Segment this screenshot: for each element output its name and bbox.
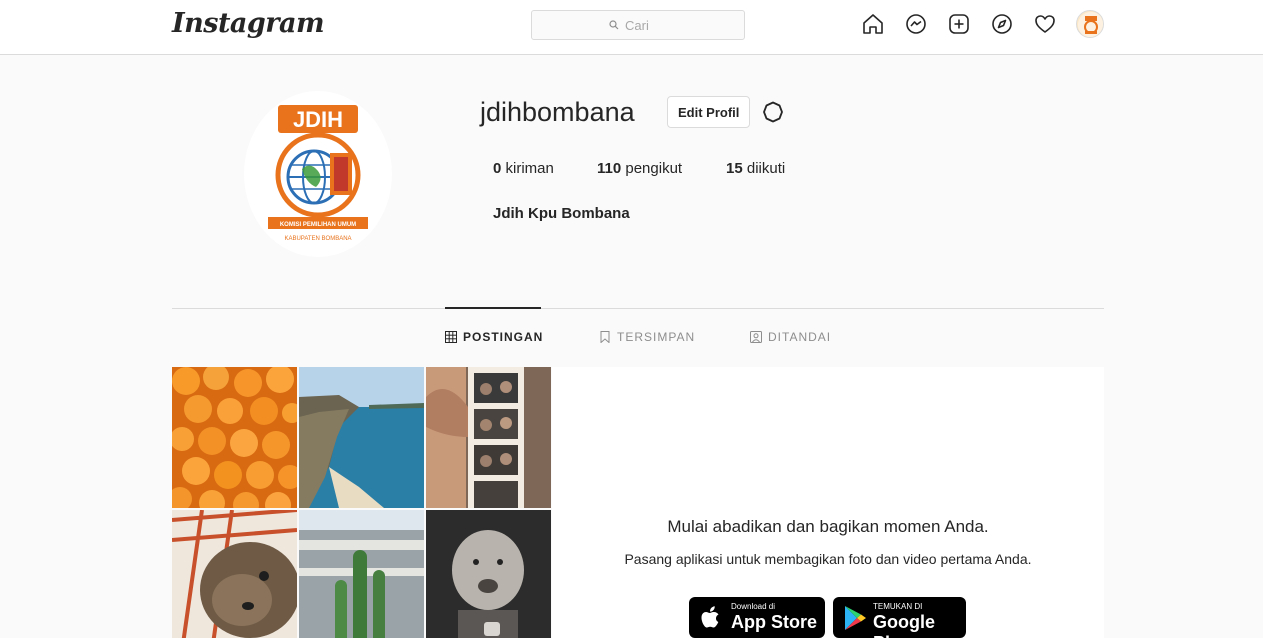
- google-play-small-text: TEMUKAN DI: [873, 602, 923, 611]
- tabs-divider: [172, 308, 1104, 309]
- search-box[interactable]: [531, 10, 745, 40]
- svg-text:KOMISI PEMILIHAN UMUM: KOMISI PEMILIHAN UMUM: [280, 222, 356, 228]
- profile-full-name: Jdih Kpu Bombana: [493, 205, 630, 222]
- sample-photo-coast: [299, 367, 424, 508]
- sample-photo-baby: [426, 510, 551, 638]
- google-play-button[interactable]: TEMUKAN DI Google Play: [833, 597, 966, 638]
- active-tab-indicator: [445, 307, 541, 309]
- search-input[interactable]: [623, 16, 667, 34]
- google-play-icon: [845, 606, 866, 630]
- promo-title: Mulai abadikan dan bagikan momen Anda.: [667, 517, 989, 536]
- stat-followers-label: pengikut: [625, 160, 683, 177]
- tab-posts-label: POSTINGAN: [463, 330, 544, 344]
- sample-photo-grid: [172, 367, 552, 638]
- grid-icon: [445, 331, 457, 343]
- stat-following[interactable]: 15 diikuti: [726, 160, 785, 177]
- search-icon: [609, 20, 619, 30]
- tab-saved[interactable]: TERSIMPAN: [599, 330, 695, 344]
- svg-text:KABUPATEN BOMBANA: KABUPATEN BOMBANA: [284, 236, 351, 242]
- stat-posts: 0 kiriman: [493, 160, 554, 177]
- sample-photo-strip: [426, 367, 551, 508]
- messenger-icon[interactable]: [904, 12, 928, 36]
- sample-photo-oranges: [172, 367, 297, 508]
- settings-gear-icon[interactable]: [761, 100, 785, 124]
- avatar-logo-icon: [1078, 12, 1103, 37]
- new-post-icon[interactable]: [947, 12, 971, 36]
- app-store-small-text: Download di: [731, 602, 776, 611]
- stat-followers-count: 110: [597, 160, 622, 177]
- home-icon[interactable]: [861, 12, 885, 36]
- svg-text:JDIH: JDIH: [293, 107, 343, 132]
- activity-heart-icon[interactable]: [1033, 12, 1057, 36]
- tab-tagged[interactable]: DITANDAI: [750, 330, 831, 344]
- app-store-button[interactable]: Download di App Store: [689, 597, 825, 638]
- stat-following-count: 15: [726, 160, 743, 177]
- app-store-big-text: App Store: [731, 612, 818, 632]
- promo-subtitle: Pasang aplikasi untuk membagikan foto da…: [624, 551, 1032, 567]
- profile-picture[interactable]: JDIH KOMISI PEMILIHAN UMUM KABUPATEN BOM…: [244, 91, 392, 257]
- edit-profile-button[interactable]: Edit Profil: [667, 96, 751, 128]
- top-nav: Instagram: [0, 0, 1263, 55]
- bookmark-icon: [600, 331, 610, 343]
- tab-tagged-label: DITANDAI: [768, 330, 832, 344]
- stat-posts-label: kiriman: [505, 160, 554, 177]
- tab-saved-label: TERSIMPAN: [617, 330, 696, 344]
- profile-avatar[interactable]: [1076, 10, 1104, 38]
- sample-photo-dog: [172, 510, 297, 638]
- get-app-panel: Mulai abadikan dan bagikan momen Anda. P…: [552, 367, 1104, 638]
- explore-icon[interactable]: [990, 12, 1014, 36]
- stat-followers[interactable]: 110 pengikut: [597, 160, 682, 177]
- sample-photo-cactus: [299, 510, 424, 638]
- tab-posts[interactable]: POSTINGAN: [445, 330, 543, 344]
- profile-username: jdihbombana: [480, 97, 635, 127]
- stat-following-label: diikuti: [746, 160, 786, 177]
- jdih-logo: JDIH KOMISI PEMILIHAN UMUM KABUPATEN BOM…: [268, 105, 368, 242]
- stat-posts-count: 0: [493, 160, 502, 177]
- apple-icon: [701, 606, 719, 628]
- google-play-big-text: Google Play: [873, 612, 935, 638]
- tagged-icon: [750, 331, 762, 343]
- instagram-logo[interactable]: Instagram: [172, 8, 325, 39]
